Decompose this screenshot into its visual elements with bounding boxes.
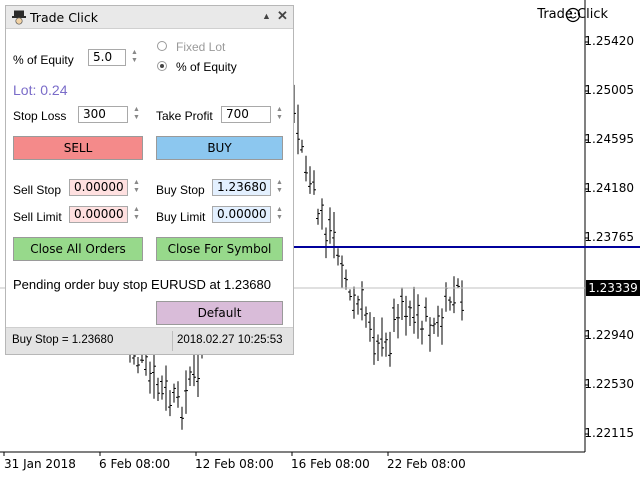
status-right-text: 2018.02.27 10:25:53 xyxy=(177,334,283,346)
panel-statusbar: Buy Stop = 1.23680 2018.02.27 10:25:53 xyxy=(6,327,293,354)
trade-click-panel: Trade Click ▲ ✕ % of Equity 5.0 ▲ ▼ Fixed… xyxy=(5,5,294,355)
lot-size-text: Lot: 0.24 xyxy=(13,82,68,98)
fixed-lot-radio[interactable] xyxy=(157,41,167,51)
buy-limit-input[interactable]: 0.00000 xyxy=(212,206,271,223)
sell-limit-input[interactable]: 0.00000 xyxy=(69,206,128,223)
equity-spinner[interactable]: ▲ ▼ xyxy=(130,49,139,66)
time-label: 6 Feb 08:00 xyxy=(99,457,171,471)
stop-loss-spinner[interactable]: ▲ ▼ xyxy=(132,106,141,123)
equity-input[interactable]: 5.0 xyxy=(88,49,126,66)
buy-button[interactable]: BUY xyxy=(156,136,283,160)
sell-button[interactable]: SELL xyxy=(13,136,143,160)
status-left-text: Buy Stop = 1.23680 xyxy=(12,334,114,346)
smiley-face-icon xyxy=(565,7,581,23)
sell-stop-input[interactable]: 0.00000 xyxy=(69,179,128,196)
buy-stop-spinner[interactable]: ▲ ▼ xyxy=(275,179,284,196)
time-label: 31 Jan 2018 xyxy=(4,457,76,471)
equity-label: % of Equity xyxy=(13,53,74,67)
panel-title: Trade Click xyxy=(30,10,98,25)
fixed-lot-label: Fixed Lot xyxy=(176,40,226,54)
current-price-badge: 1.23339 xyxy=(586,280,640,296)
price-label: 1.24595 xyxy=(584,132,634,146)
price-label: 1.22940 xyxy=(584,328,634,342)
sell-stop-spinner[interactable]: ▲ ▼ xyxy=(132,179,141,196)
status-message: Pending order buy stop EURUSD at 1.23680 xyxy=(13,277,271,292)
collapse-icon[interactable]: ▲ xyxy=(262,11,271,21)
time-label: 12 Feb 08:00 xyxy=(195,457,274,471)
take-profit-label: Take Profit xyxy=(156,109,213,123)
take-profit-spinner[interactable]: ▲ ▼ xyxy=(275,106,284,123)
time-label: 22 Feb 08:00 xyxy=(387,457,466,471)
take-profit-input[interactable]: 700 xyxy=(221,106,271,123)
price-label: 1.25005 xyxy=(584,83,634,97)
sell-limit-spinner[interactable]: ▲ ▼ xyxy=(132,206,141,223)
trader-hat-icon xyxy=(12,10,26,25)
price-label: 1.22530 xyxy=(584,377,634,391)
price-label: 1.24180 xyxy=(584,181,634,195)
price-label: 1.23765 xyxy=(584,230,634,244)
close-all-orders-button[interactable]: Close All Orders xyxy=(13,237,143,261)
percent-equity-radio[interactable] xyxy=(157,61,167,71)
buy-stop-input[interactable]: 1.23680 xyxy=(212,179,271,196)
buy-limit-label: Buy Limit xyxy=(156,210,206,224)
buy-stop-label: Buy Stop xyxy=(156,183,205,197)
default-button[interactable]: Default xyxy=(156,301,283,325)
buy-limit-spinner[interactable]: ▲ ▼ xyxy=(275,206,284,223)
stop-loss-input[interactable]: 300 xyxy=(78,106,128,123)
stop-loss-label: Stop Loss xyxy=(13,109,67,123)
price-label: 1.25420 xyxy=(584,34,634,48)
sell-limit-label: Sell Limit xyxy=(13,210,62,224)
price-label: 1.22115 xyxy=(584,426,634,440)
sell-stop-label: Sell Stop xyxy=(13,183,62,197)
percent-equity-label: % of Equity xyxy=(176,60,237,74)
panel-titlebar[interactable]: Trade Click ▲ ✕ xyxy=(6,6,293,29)
time-label: 16 Feb 08:00 xyxy=(291,457,370,471)
close-icon[interactable]: ✕ xyxy=(277,8,288,24)
close-for-symbol-button[interactable]: Close For Symbol xyxy=(156,237,283,261)
